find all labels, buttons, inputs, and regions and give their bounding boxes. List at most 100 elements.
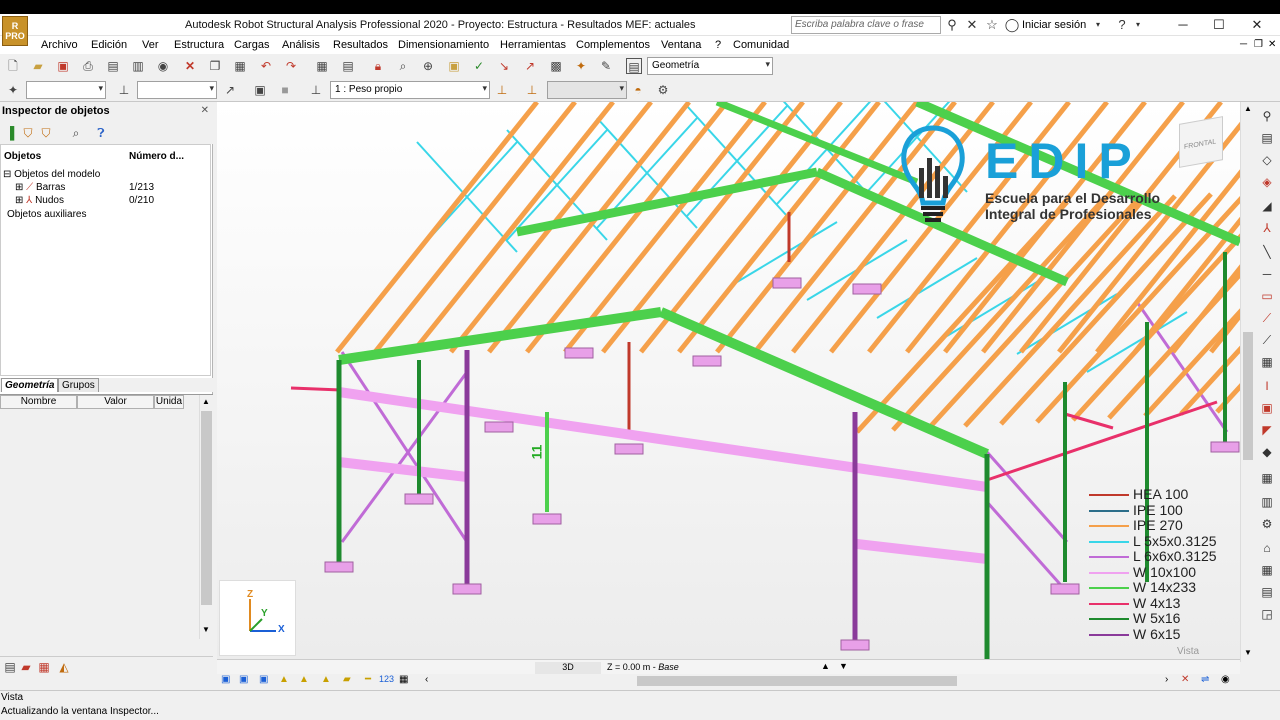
viewport-vscroll-thumb[interactable] [1243,332,1253,460]
scroll-right-icon[interactable]: › [1165,674,1168,685]
menu-comunidad[interactable]: Comunidad [733,39,789,51]
bracing-icon[interactable]: ⟋ [1258,310,1276,326]
chevron-down-icon[interactable]: ▾ [1090,17,1106,33]
release-icon[interactable]: ▭ [1258,288,1276,304]
tree-model-objects[interactable]: ⊟ Objetos del modelo [3,169,100,180]
menu-estructura[interactable]: Estructura [174,39,224,51]
view-mode-3d[interactable]: 3D [535,662,601,674]
node-numbers-icon[interactable]: ▣ [221,674,230,685]
maximize-button[interactable]: ☐ [1206,16,1232,34]
structure-type-icon[interactable]: ⚲ [1258,108,1276,124]
menu-help[interactable]: ? [715,39,721,51]
footing[interactable] [772,277,802,289]
tab-grupos[interactable]: Grupos [58,378,99,392]
footing[interactable] [840,639,870,651]
node-selection-combo[interactable]: ▾ [26,81,106,99]
analysis-icon[interactable]: ✦ [573,58,589,74]
mode-icon[interactable]: ⊥ [524,82,540,98]
print-preview-icon[interactable]: ▤ [105,58,121,74]
footing[interactable] [404,493,434,505]
menu-herramientas[interactable]: Herramientas [500,39,566,51]
panels-icon[interactable]: ▲ [321,674,331,685]
menu-edicion[interactable]: Edición [91,39,127,51]
new-file-icon[interactable]: 🗋 [5,58,21,74]
loads-icon[interactable]: ↘ [496,58,512,74]
exchange-icon[interactable]: ✕ [964,17,980,33]
help-dropdown-icon[interactable]: ▾ [1130,17,1146,33]
print-icon[interactable]: ⎙ [80,58,96,74]
menu-ver[interactable]: Ver [142,39,159,51]
property-scroll-thumb[interactable] [201,411,212,605]
profile-icon[interactable]: ◈ [1258,174,1276,190]
footing[interactable] [484,421,514,433]
tools-icon[interactable]: ✎ [598,58,614,74]
ibeam-icon[interactable]: I [1258,378,1276,394]
minimize-button[interactable]: ─ [1170,16,1196,34]
inspector-table-icon[interactable]: ▦ [36,659,52,675]
prop-col-unit[interactable]: Unida [154,395,184,409]
tab-geometria[interactable]: Geometría [1,378,59,392]
table-icon[interactable]: ▤ [340,58,356,74]
close-button[interactable]: ✕ [1244,16,1270,34]
load-table-icon[interactable]: ◓ [630,82,646,98]
viewport-vscrollbar[interactable]: ▲ ▼ [1240,102,1254,662]
save-icon[interactable]: ▣ [55,58,71,74]
results-icon[interactable]: ↗ [522,58,538,74]
frame-icon[interactable]: ▥ [1258,494,1276,510]
truss-icon[interactable]: ▦ [1258,470,1276,486]
structure-frame-icon[interactable]: ⌂ [1258,540,1276,556]
structure-viewport[interactable]: EDIP Escuela para el Desarrollo Integral… [217,102,1240,662]
numbering-icon[interactable]: 123 [379,674,394,684]
node-select-icon[interactable]: ✦ [5,82,21,98]
dims-icon[interactable]: ━ [365,674,371,685]
tree-aux-objects[interactable]: Objetos auxiliares [7,209,86,220]
section-icon[interactable]: ▣ [1258,400,1276,416]
open-folder-icon[interactable]: ▰ [30,58,46,74]
load-case-combo[interactable]: 1 : Peso propio ▾ [330,81,490,99]
layouts-icon[interactable]: ▤ [626,58,642,74]
tree-bars[interactable]: ⊞ ⟋ Barras [15,182,65,193]
doc-close-icon[interactable]: ✕ [1268,39,1276,50]
menu-dimensionamiento[interactable]: Dimensionamiento [398,39,489,51]
display-icon[interactable]: ▣ [252,82,268,98]
footing[interactable] [692,355,722,367]
copy-icon[interactable]: ❐ [207,58,223,74]
eave-beam[interactable] [290,386,342,392]
footing[interactable] [564,347,594,359]
inspector-load-icon[interactable]: ◭ [56,659,72,675]
robot-logo[interactable]: R PRO [2,16,28,46]
level-down-icon[interactable]: ▼ [839,661,848,671]
restraints-view-icon[interactable]: ⇌ [1201,674,1209,685]
bar-add-icon[interactable]: ╲ [1258,244,1276,260]
viewport-hscroll-thumb[interactable] [637,676,957,686]
load-case-icon[interactable]: ⊥ [308,82,324,98]
scroll-up-icon[interactable]: ▲ [202,397,210,406]
doc-restore-icon[interactable]: ❐ [1254,39,1263,50]
render-icon[interactable]: ◉ [1221,674,1230,685]
line-icon[interactable]: ─ [1258,266,1276,282]
filter-icon[interactable]: ▐ [2,125,18,141]
inspector-view-icon[interactable]: ▤ [2,659,18,675]
scroll-down-icon[interactable]: ▼ [1244,648,1252,657]
search-icon[interactable]: ⌕ [68,125,84,141]
eraser-icon[interactable]: ◇ [1258,152,1276,168]
property-scrollbar[interactable]: ▲ ▼ [199,395,213,639]
material-icon[interactable]: ◢ [1258,198,1276,214]
shape-icon[interactable]: ▰ [343,674,351,685]
menu-analisis[interactable]: Análisis [282,39,320,51]
viewport-hscrollbar[interactable]: ▣ ▣ ▣ ▲ ▲ ▲ ▰ ━ 123 ▦ ‹ › ✕ ⇌ ◉ [217,674,1240,688]
view-cube[interactable]: FRONTAL [1179,116,1223,168]
panel-icon[interactable]: ▦ [1258,354,1276,370]
footing[interactable] [614,443,644,455]
tree-nodes[interactable]: ⊞ ⅄ Nudos [15,195,64,206]
footing[interactable] [532,513,562,525]
library-icon[interactable]: ⚙ [1258,516,1276,532]
search-input[interactable]: Escriba palabra clave o frase [791,16,941,34]
axis-grid-icon[interactable]: ▤ [1258,130,1276,146]
footing[interactable] [1050,583,1080,595]
menu-cargas[interactable]: Cargas [234,39,269,51]
sections-icon[interactable]: ▣ [259,674,268,685]
lock-icon[interactable]: 🔒︎ [370,58,386,74]
paste-icon[interactable]: ▦ [232,58,248,74]
layout-combo[interactable]: Geometría ▾ [647,57,773,75]
